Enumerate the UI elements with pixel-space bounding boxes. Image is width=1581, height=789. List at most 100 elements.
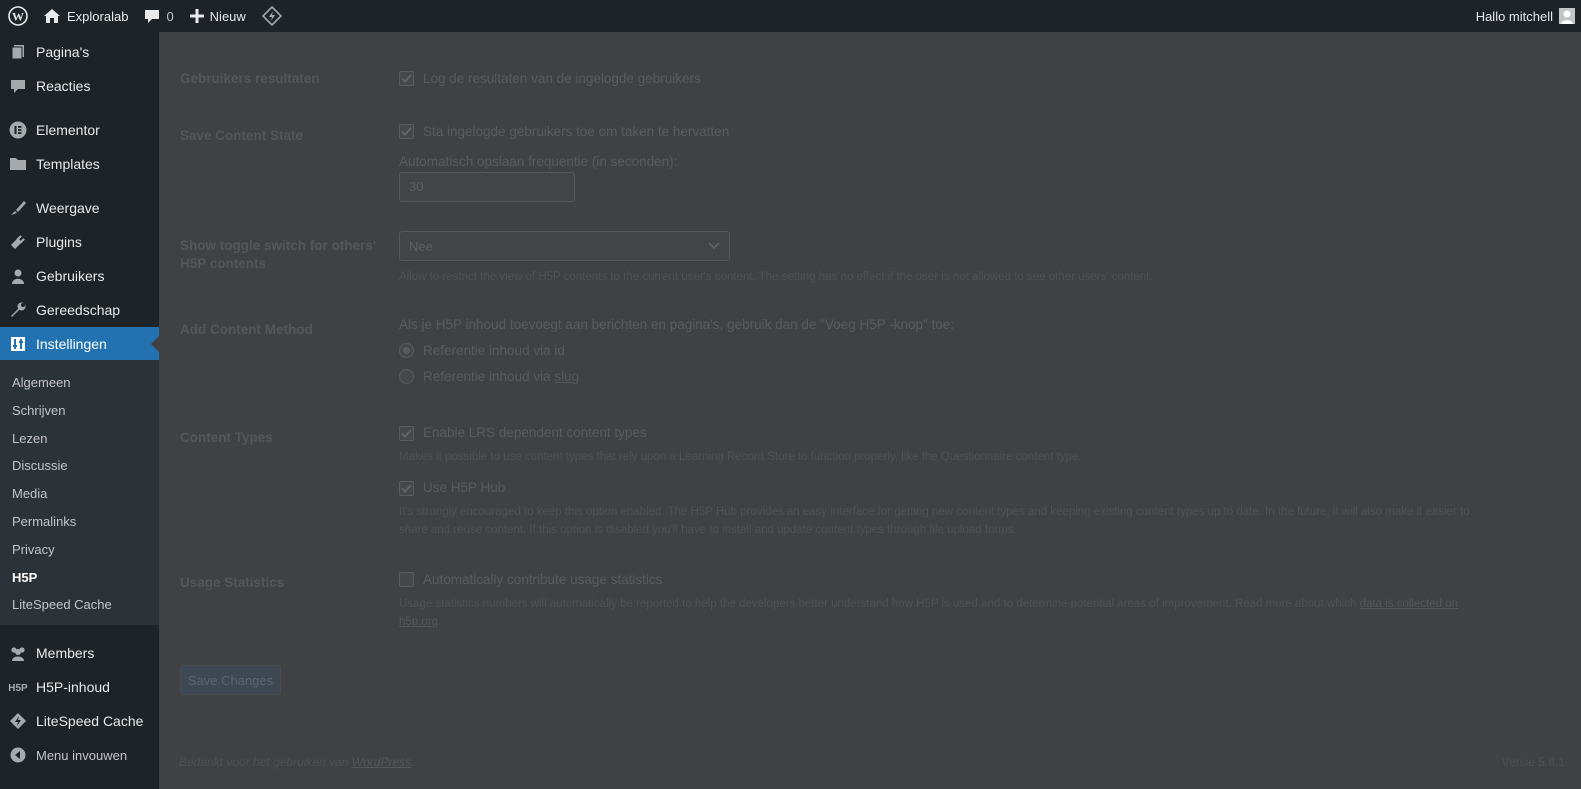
menu-item-comments[interactable]: Reacties [0, 69, 159, 103]
slug-link[interactable]: slug [554, 369, 579, 384]
collapse-menu-button[interactable]: Menu invouwen [0, 738, 159, 772]
folder-icon [0, 157, 36, 171]
menu-item-label: Reacties [36, 78, 91, 94]
paintbrush-icon [0, 199, 36, 217]
menu-item-settings[interactable]: Instellingen [0, 327, 159, 361]
toggle-switch-select[interactable]: Nee [399, 231, 730, 261]
save-changes-button[interactable]: Save Changes [180, 665, 281, 695]
h5p-hub-description-line1: It's strongly encouraged to keep this op… [399, 506, 1470, 518]
submenu-item-permalinks[interactable]: Permalinks [12, 514, 76, 529]
data-collected-link[interactable]: data is collected on [1360, 598, 1458, 610]
submenu-item-discussion[interactable]: Discussie [12, 458, 68, 473]
elementor-icon [0, 121, 36, 139]
menu-item-templates[interactable]: Templates [0, 147, 159, 181]
admin-sidebar: Pagina's Reacties Elementor Templates We… [0, 32, 159, 789]
footer-thanks-suffix: . [411, 755, 415, 769]
h5p-org-link[interactable]: h5p.org [399, 616, 438, 628]
admin-bar: W Exploralab 0 Nieuw Hallo mitchell [0, 0, 1581, 32]
submenu-item-litespeed[interactable]: LiteSpeed Cache [12, 597, 112, 612]
avatar [1559, 8, 1575, 24]
h5p-hub-checkbox[interactable] [399, 481, 414, 496]
user-results-label: Gebruikers resultaten [180, 71, 320, 86]
comment-bubble-icon [144, 8, 160, 24]
new-content-menu[interactable]: Nieuw [182, 0, 254, 32]
new-label: Nieuw [209, 8, 246, 24]
chevron-down-icon [708, 242, 720, 250]
radio-reference-by-id-label: Referentie inhoud via id [423, 343, 565, 358]
menu-item-elementor[interactable]: Elementor [0, 113, 159, 147]
content-types-label: Content Types [180, 430, 273, 445]
menu-item-label: Gebruikers [36, 268, 105, 284]
lrs-content-types-label: Enable LRS dependent content types [423, 425, 647, 440]
usage-statistics-description-line2: h5p.org. [399, 613, 441, 631]
comments-menu[interactable]: 0 [136, 0, 181, 32]
user-results-checkbox[interactable] [399, 71, 414, 86]
menu-item-label: Templates [36, 156, 100, 172]
radio-reference-by-slug[interactable] [399, 369, 414, 384]
menu-item-label: Pagina's [36, 44, 90, 60]
home-icon [43, 8, 61, 24]
autosave-frequency-input[interactable]: 30 [399, 172, 575, 202]
site-name-menu[interactable]: Exploralab [35, 0, 136, 32]
collapse-label: Menu invouwen [36, 747, 128, 763]
submenu-item-media[interactable]: Media [12, 486, 47, 501]
radio-reference-by-slug-label: Referentie inhoud via slug [423, 368, 579, 386]
settings-icon [0, 336, 36, 352]
toggle-switch-selected: Nee [409, 238, 433, 254]
settings-content: Gebruikers resultaten Log de resultaten … [159, 32, 1581, 789]
litespeed-adminbar-menu[interactable] [254, 0, 290, 32]
submenu-item-h5p[interactable]: H5P [12, 570, 37, 585]
menu-item-plugins[interactable]: Plugins [0, 225, 159, 259]
plugin-icon [0, 233, 36, 251]
menu-item-appearance[interactable]: Weergave [0, 191, 159, 225]
checkmark-icon [401, 484, 412, 493]
checkmark-icon [401, 429, 412, 438]
menu-item-label: Gereedschap [36, 302, 121, 318]
submenu-item-privacy[interactable]: Privacy [12, 542, 55, 557]
slug-option-prefix: Referentie inhoud via [423, 369, 555, 384]
comments-count: 0 [166, 8, 174, 24]
toggle-switch-label: Show toggle switch for others' H5P conte… [180, 238, 376, 271]
menu-item-litespeed-cache[interactable]: LiteSpeed Cache [0, 704, 159, 738]
lrs-content-types-checkbox[interactable] [399, 426, 414, 441]
greeting: Hallo mitchell [1475, 8, 1553, 24]
footer-thanks: Bedankt voor het gebruiken van WordPress… [179, 755, 414, 769]
menu-item-members[interactable]: Members [0, 636, 159, 670]
autosave-frequency-label: Automatisch opslaan frequentie (in secon… [399, 154, 678, 169]
footer-thanks-prefix: Bedankt voor het gebruiken van [179, 755, 352, 769]
menu-item-users[interactable]: Gebruikers [0, 259, 159, 293]
checkmark-icon [401, 74, 412, 83]
submenu-item-reading[interactable]: Lezen [12, 431, 47, 446]
save-content-state-checkbox-label: Sta ingelogde gebruikers toe om taken te… [423, 124, 730, 139]
save-content-state-checkbox[interactable] [399, 124, 414, 139]
usage-statistics-checkbox-label: Automatically contribute usage statistic… [423, 572, 663, 587]
wrench-icon [0, 301, 36, 319]
menu-item-label: Instellingen [36, 336, 107, 352]
submenu-item-writing[interactable]: Schrijven [12, 403, 65, 418]
svg-text:H5P: H5P [8, 683, 28, 693]
litespeed-icon [0, 712, 36, 730]
footer-version: Versie 5.8.1 [1501, 755, 1565, 769]
checkmark-icon [401, 127, 412, 136]
usage-statistics-label: Usage Statistics [180, 575, 285, 590]
menu-item-label: Members [36, 645, 95, 661]
usage-statistics-checkbox[interactable] [399, 572, 414, 587]
users-icon [0, 268, 36, 284]
radio-reference-by-id[interactable] [399, 343, 414, 358]
menu-item-h5p-content[interactable]: H5P H5P-inhoud [0, 670, 159, 704]
menu-item-pages[interactable]: Pagina's [0, 35, 159, 69]
submenu-item-general[interactable]: Algemeen [12, 375, 71, 390]
h5p-hub-description-line2: share and reuse content. If this option … [399, 524, 1017, 536]
wordpress-logo-icon[interactable]: W [0, 0, 35, 32]
save-content-state-label: Save Content State [180, 128, 304, 143]
radio-selected-dot [403, 347, 410, 354]
menu-item-tools[interactable]: Gereedschap [0, 293, 159, 327]
svg-text:W: W [12, 10, 24, 24]
h5p-icon: H5P [0, 681, 36, 693]
usage-description-end: . [438, 616, 442, 628]
my-account-menu[interactable]: Hallo mitchell [1468, 0, 1581, 32]
menu-item-label: Elementor [36, 122, 100, 138]
toggle-switch-description: Allow to restrict the view of H5P conten… [399, 271, 1153, 283]
settings-submenu: Algemeen Schrijven Lezen Discussie Media… [0, 360, 159, 625]
wordpress-link[interactable]: WordPress [352, 755, 411, 769]
